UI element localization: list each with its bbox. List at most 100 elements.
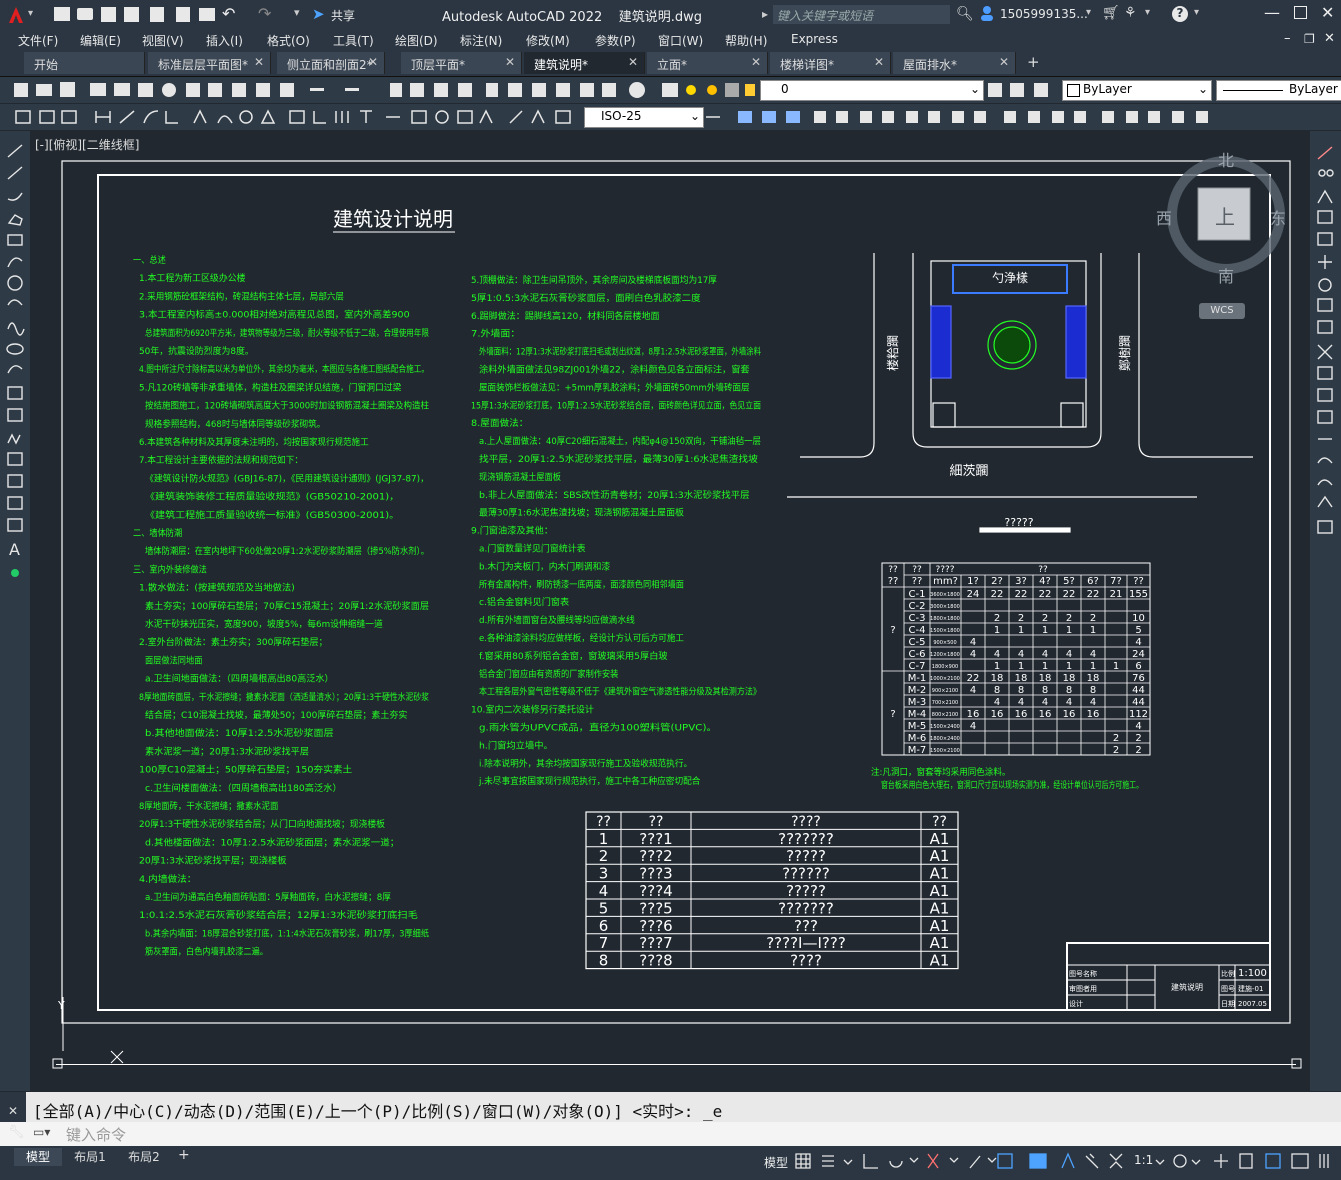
compass-north[interactable]: 北 (1218, 147, 1234, 171)
tab-side-elevation[interactable]: 侧立面和剖面2* ✕ (277, 52, 385, 74)
recent-commands-icon[interactable]: ▭▾ (33, 1125, 50, 1139)
close-tab-icon[interactable]: ✕ (999, 55, 1009, 69)
doc-restore-icon[interactable]: ❐ (1304, 32, 1315, 46)
table-cell: 112 (1129, 709, 1148, 720)
index-cell: ???4 (639, 882, 672, 900)
site-plan-tag: ????? (1004, 516, 1033, 529)
menu-edit[interactable]: 编辑(E) (80, 32, 121, 49)
layout-tab-model[interactable]: 模型 (14, 1148, 62, 1166)
help-icon[interactable]: ? (1172, 6, 1188, 22)
tab-standard-floor[interactable]: 标准层层平面图* ✕ (148, 52, 271, 74)
search-input[interactable]: 键入关键字或短语 (773, 5, 950, 24)
index-cell: ????? (786, 847, 826, 865)
menu-insert[interactable]: 插入(I) (206, 32, 243, 49)
layout-tab-1[interactable]: 布局1 (66, 1148, 114, 1166)
minimize-icon[interactable]: — (1264, 3, 1280, 22)
dimstyle-dropdown[interactable]: ISO-25 ⌄ (584, 107, 704, 128)
tab-elevation[interactable]: 立面* ✕ (647, 52, 768, 74)
viewcube-top-face[interactable]: 上 (1215, 201, 1235, 230)
open-folder-icon[interactable] (77, 8, 93, 20)
title-bar: ▾ ↶ ↷ ▾ ➤ 共享 Autodesk AutoCAD 2022 建筑说明.… (0, 0, 1341, 30)
color-dropdown[interactable]: ByLayer ⌄ (1062, 80, 1212, 101)
close-tab-icon[interactable]: ✕ (368, 55, 378, 69)
customize-wrench-icon[interactable]: 🔧︎ (8, 1125, 25, 1140)
compass-west[interactable]: 西 (1156, 205, 1172, 229)
tab-top-floor[interactable]: 顶层平面* ✕ (401, 52, 522, 74)
menu-format[interactable]: 格式(O) (267, 32, 310, 49)
search-icon[interactable]: 🔍︎ (956, 6, 974, 22)
user-icon[interactable] (980, 6, 994, 21)
note-line: b.其余内墙面：18厚混合砂浆打底，1:1:4水泥石灰膏砂浆，刷17厚，3厚细纸 (145, 927, 429, 939)
menu-express[interactable]: Express (791, 32, 838, 46)
close-tab-icon[interactable]: ✕ (505, 55, 515, 69)
annotation-scale[interactable]: 1:1 (1134, 1153, 1153, 1167)
add-layout-plus-icon[interactable]: + (178, 1147, 190, 1163)
linetype-dropdown[interactable]: ByLayer (1216, 80, 1341, 101)
web-save-icon[interactable] (176, 7, 190, 22)
draw-tools-icons[interactable]: A (0, 131, 30, 591)
menu-window[interactable]: 窗口(W) (658, 32, 703, 49)
redo-icon[interactable]: ↷ (258, 4, 271, 23)
compass-east[interactable]: 东 (1270, 205, 1286, 229)
command-input[interactable]: 键入命令 (66, 1124, 126, 1145)
menu-modify[interactable]: 修改(M) (526, 32, 570, 49)
drafting-toggles-icons[interactable] (794, 1150, 1134, 1174)
save-as-icon[interactable] (124, 7, 139, 22)
menu-draw[interactable]: 绘图(D) (395, 32, 438, 49)
close-tab-icon[interactable]: ✕ (751, 55, 761, 69)
index-cell: ???1 (639, 830, 672, 848)
wcs-menu[interactable]: WCS (1199, 303, 1245, 319)
note-line: 素水泥浆一道；20厚1:3水泥砂浆找平层 (145, 745, 309, 757)
tab-building-notes[interactable]: 建筑说明* ✕ (524, 52, 645, 74)
web-open-icon[interactable] (150, 7, 164, 22)
user-name[interactable]: 1505999135... (1000, 7, 1088, 21)
tab-roof-drainage[interactable]: 屋面排水* ✕ (893, 52, 1016, 74)
layer-dropdown[interactable]: 0 ⌄ (760, 80, 984, 101)
a360-chevron-icon[interactable]: ▾ (1145, 7, 1150, 18)
cart-icon[interactable]: 🛒︎ (1102, 5, 1120, 21)
autocad-logo-icon[interactable] (6, 5, 26, 25)
menu-view[interactable]: 视图(V) (142, 32, 184, 49)
tab-start[interactable]: 开始 (24, 52, 145, 74)
close-tab-icon[interactable]: ✕ (628, 55, 638, 69)
close-window-icon[interactable]: ✕ (1321, 3, 1334, 22)
share-label[interactable]: 共享 (331, 7, 355, 24)
save-icon[interactable] (101, 7, 116, 22)
undo-icon[interactable]: ↶ (222, 4, 235, 23)
table-cell: 8 (1090, 685, 1096, 696)
plot-icon[interactable] (199, 8, 215, 21)
close-command-icon[interactable]: ✕ (8, 1104, 18, 1118)
note-line: a.卫生间地面做法：（四周墙根高出80高泛水） (145, 673, 334, 685)
app-menu-chevron-icon[interactable]: ▾ (28, 8, 33, 19)
titleblock-value: 1:100 (1238, 968, 1267, 979)
menu-help[interactable]: 帮助(H) (725, 32, 767, 49)
modify-tools-icons[interactable] (1310, 131, 1341, 551)
compass-south[interactable]: 南 (1218, 263, 1234, 287)
menu-tools[interactable]: 工具(T) (333, 32, 374, 49)
menu-file[interactable]: 文件(F) (18, 32, 58, 49)
maximize-icon[interactable] (1294, 6, 1307, 19)
new-tab-plus-icon[interactable]: + (1027, 53, 1040, 71)
close-tab-icon[interactable]: ✕ (874, 55, 884, 69)
tab-label: 标准层层平面图* (158, 58, 249, 72)
table-cell: 700×2100 (932, 700, 958, 706)
menu-parametric[interactable]: 参数(P) (595, 32, 636, 49)
viewcube[interactable]: 北 南 东 西 上 (1156, 151, 1303, 291)
model-space-toggle[interactable]: 模型 (764, 1154, 788, 1171)
quick-access-more-icon[interactable]: ▾ (294, 6, 300, 19)
close-tab-icon[interactable]: ✕ (254, 55, 264, 69)
layout-tab-2[interactable]: 布局2 (120, 1148, 168, 1166)
help-chevron-icon[interactable]: ▾ (1194, 7, 1199, 18)
doc-close-icon[interactable]: ✕ (1324, 31, 1335, 46)
status-right-icons[interactable] (1154, 1150, 1340, 1174)
user-menu-chevron-icon[interactable]: ▾ (1086, 7, 1091, 18)
index-header: ?? (649, 814, 664, 830)
menu-dimension[interactable]: 标注(N) (460, 32, 502, 49)
new-file-icon[interactable] (54, 7, 70, 21)
share-icon[interactable]: ➤ (312, 5, 325, 23)
drawing-canvas[interactable]: [-][俯视][二维线框] Y 建筑设计说明 一、总述 1.本工程为新工区级办公楼… (31, 131, 1309, 1091)
tab-stair-detail[interactable]: 楼梯详图* ✕ (770, 52, 891, 74)
autodesk-a360-icon[interactable]: ⚘ (1124, 5, 1137, 21)
doc-minimize-icon[interactable]: – (1284, 31, 1291, 46)
search-expand-icon[interactable]: ▸ (762, 7, 768, 21)
